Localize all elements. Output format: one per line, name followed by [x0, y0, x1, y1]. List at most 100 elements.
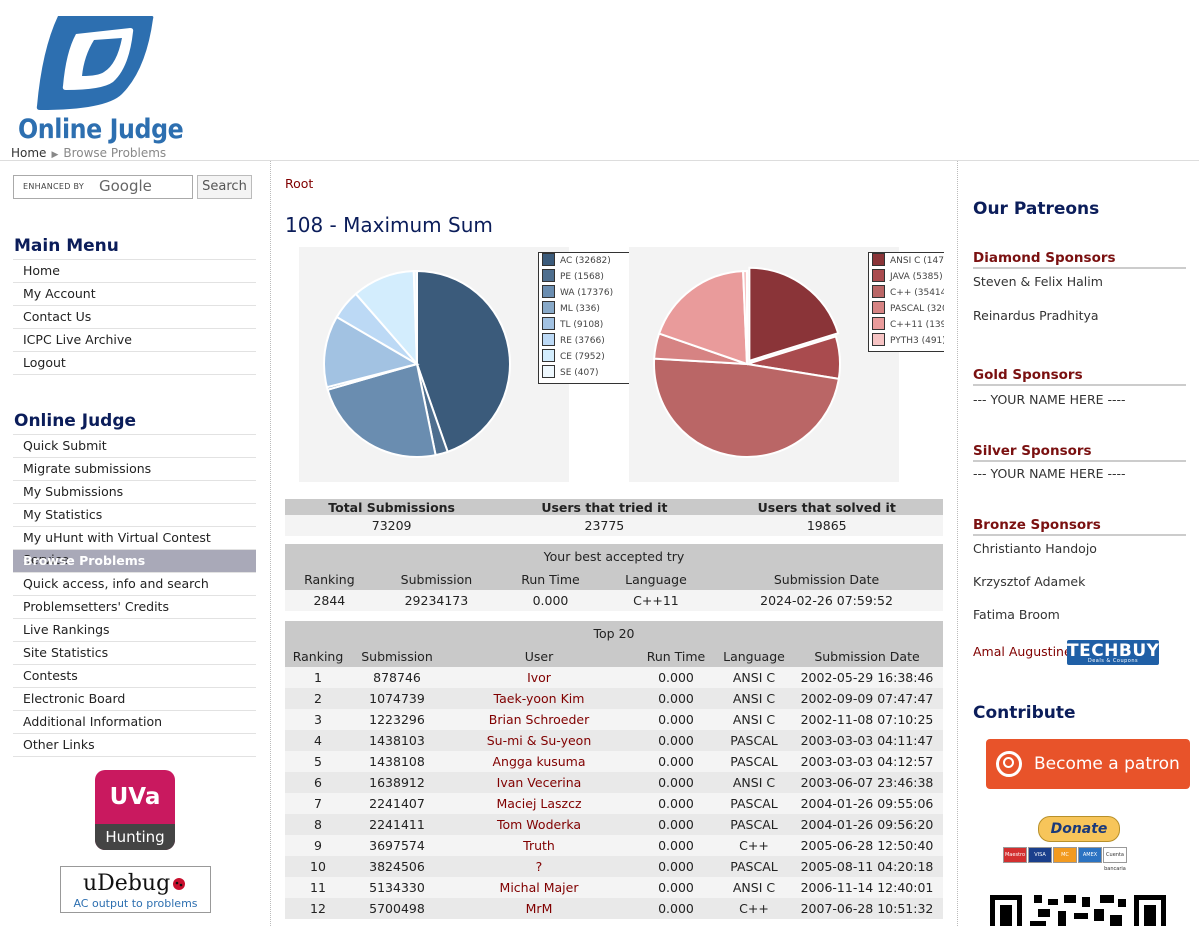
- user-link[interactable]: Michal Majer: [500, 880, 579, 895]
- top20-cell-user: MrM: [443, 898, 635, 919]
- patreon-icon: [996, 751, 1022, 777]
- table-row: 9 3697574 Truth 0.000 C++ 2005-06-28 12:50:40: [285, 835, 943, 856]
- legend-label: JAVA (5385): [890, 272, 943, 282]
- top20-cell-language: ANSI C: [717, 709, 791, 730]
- search-input[interactable]: ENHANCED BY Google: [13, 175, 193, 199]
- search-enhanced-label: ENHANCED BY: [23, 182, 85, 191]
- menu-item-my-statistics[interactable]: My Statistics: [13, 504, 256, 527]
- table-row: 1 878746 Ivor 0.000 ANSI C 2002-05-29 16:38:4…: [285, 667, 943, 688]
- menu-item-other-links[interactable]: Other Links: [13, 734, 256, 757]
- top20-cell-date: 2003-03-03 04:12:57: [791, 751, 943, 772]
- user-link[interactable]: Taek-yoon Kim: [494, 691, 585, 706]
- top20-cell-ranking: 12: [285, 898, 351, 919]
- best-try-title: Your best accepted try: [285, 544, 943, 568]
- language-pie-chart: [629, 247, 899, 482]
- top20-cell-submission: 1074739: [351, 688, 443, 709]
- online-judge-menu-title: Online Judge: [14, 411, 137, 431]
- top20-cell-ranking: 10: [285, 856, 351, 877]
- user-link[interactable]: Su-mi & Su-yeon: [487, 733, 592, 748]
- menu-item-home[interactable]: Home: [13, 259, 256, 283]
- menu-item-live-rankings[interactable]: Live Rankings: [13, 619, 256, 642]
- top20-cell-date: 2003-06-07 23:46:38: [791, 772, 943, 793]
- legend-label: ML (336): [560, 304, 600, 314]
- legend-item: WA (17376): [539, 285, 632, 301]
- top20-header-user: User: [443, 645, 635, 667]
- legend-item: SE (407): [539, 365, 632, 381]
- top20-cell-runtime: 0.000: [635, 877, 717, 898]
- legend-swatch: [542, 285, 555, 298]
- gold-sponsor-placeholder: --- YOUR NAME HERE ----: [973, 392, 1126, 407]
- menu-item-electronic-board[interactable]: Electronic Board: [13, 688, 256, 711]
- legend-swatch: [542, 333, 555, 346]
- menu-item-icpc-live-archive[interactable]: ICPC Live Archive: [13, 329, 256, 352]
- legend-label: C++ (35414): [890, 288, 944, 298]
- menu-item-my-account[interactable]: My Account: [13, 283, 256, 306]
- online-judge-logo-icon[interactable]: [18, 12, 158, 112]
- menu-item-contests[interactable]: Contests: [13, 665, 256, 688]
- menu-item-additional-information[interactable]: Additional Information: [13, 711, 256, 734]
- patreons-title: Our Patreons: [973, 199, 1100, 219]
- top20-cell-submission: 3697574: [351, 835, 443, 856]
- top20-cell-date: 2006-11-14 12:40:01: [791, 877, 943, 898]
- top20-cell-language: PASCAL: [717, 751, 791, 772]
- best-try-table: Your best accepted try Ranking Submissio…: [285, 544, 943, 611]
- techbuy-logo[interactable]: TECHBUY Deals & Coupons: [1067, 640, 1159, 665]
- diamond-sponsors-title: Diamond Sponsors: [973, 250, 1186, 269]
- menu-item-logout[interactable]: Logout: [13, 352, 256, 375]
- top20-cell-language: PASCAL: [717, 856, 791, 877]
- logo-text[interactable]: Online Judge: [18, 114, 184, 145]
- user-link[interactable]: Angga kusuma: [492, 754, 585, 769]
- top20-header-date: Submission Date: [791, 645, 943, 667]
- user-link[interactable]: Brian Schroeder: [489, 712, 589, 727]
- top20-cell-submission: 2241411: [351, 814, 443, 835]
- table-row: 7 2241407 Maciej Laszcz 0.000 PASCAL 2004-01-…: [285, 793, 943, 814]
- top20-cell-ranking: 6: [285, 772, 351, 793]
- udebug-badge[interactable]: uDebug AC output to problems: [60, 866, 211, 913]
- paypal-donate-button[interactable]: Donate: [1038, 816, 1120, 842]
- menu-item-quick-access[interactable]: Quick access, info and search: [13, 573, 256, 596]
- legend-label: ANSI C (14789): [890, 256, 944, 266]
- legend-label: RE (3766): [560, 336, 605, 346]
- top20-cell-date: 2004-01-26 09:55:06: [791, 793, 943, 814]
- user-link[interactable]: Ivor: [527, 670, 551, 685]
- top20-cell-date: 2002-09-09 07:47:47: [791, 688, 943, 709]
- user-link[interactable]: Tom Woderka: [497, 817, 581, 832]
- menu-item-browse-problems[interactable]: Browse Problems: [13, 550, 256, 573]
- menu-item-contact-us[interactable]: Contact Us: [13, 306, 256, 329]
- user-link[interactable]: Maciej Laszcz: [496, 796, 581, 811]
- user-link[interactable]: Truth: [523, 838, 555, 853]
- qr-code-icon: [990, 895, 1166, 926]
- top20-cell-user: Ivor: [443, 667, 635, 688]
- verdict-legend: AC (32682) PE (1568) WA (17376) ML (336) TL …: [538, 252, 633, 384]
- become-patron-button[interactable]: Become a patron: [986, 739, 1190, 789]
- top20-cell-submission: 1438103: [351, 730, 443, 751]
- chevron-right-icon: ▶: [51, 150, 59, 160]
- legend-item: TL (9108): [539, 317, 632, 333]
- best-try-language: C++11: [601, 590, 711, 611]
- root-link[interactable]: Root: [285, 176, 313, 191]
- legend-label: PE (1568): [560, 272, 604, 282]
- breadcrumb-home[interactable]: Home: [11, 146, 46, 160]
- top20-cell-submission: 1438108: [351, 751, 443, 772]
- menu-item-quick-submit[interactable]: Quick Submit: [13, 434, 256, 458]
- bronze-sponsor-4-link[interactable]: Amal Augustine: [973, 644, 1072, 659]
- menu-item-problemsetters-credits[interactable]: Problemsetters' Credits: [13, 596, 256, 619]
- top20-cell-date: 2004-01-26 09:56:20: [791, 814, 943, 835]
- top20-cell-ranking: 5: [285, 751, 351, 772]
- menu-item-my-submissions[interactable]: My Submissions: [13, 481, 256, 504]
- top20-cell-user: ?: [443, 856, 635, 877]
- menu-item-my-uhunt[interactable]: My uHunt with Virtual Contest Service: [13, 527, 256, 567]
- top20-header-language: Language: [717, 645, 791, 667]
- best-try-submission: 29234173: [373, 590, 500, 611]
- user-link[interactable]: Ivan Vecerina: [497, 775, 582, 790]
- top20-cell-date: 2007-06-28 10:51:32: [791, 898, 943, 919]
- search-button[interactable]: Search: [197, 175, 252, 199]
- menu-item-site-statistics[interactable]: Site Statistics: [13, 642, 256, 665]
- uva-hunting-badge[interactable]: UVa Hunting: [95, 770, 175, 850]
- summary-tried: 23775: [498, 515, 711, 536]
- menu-item-migrate-submissions[interactable]: Migrate submissions: [13, 458, 256, 481]
- user-link[interactable]: MrM: [526, 901, 553, 916]
- user-link[interactable]: ?: [536, 859, 543, 874]
- top20-cell-date: 2003-03-03 04:11:47: [791, 730, 943, 751]
- legend-swatch: [542, 349, 555, 362]
